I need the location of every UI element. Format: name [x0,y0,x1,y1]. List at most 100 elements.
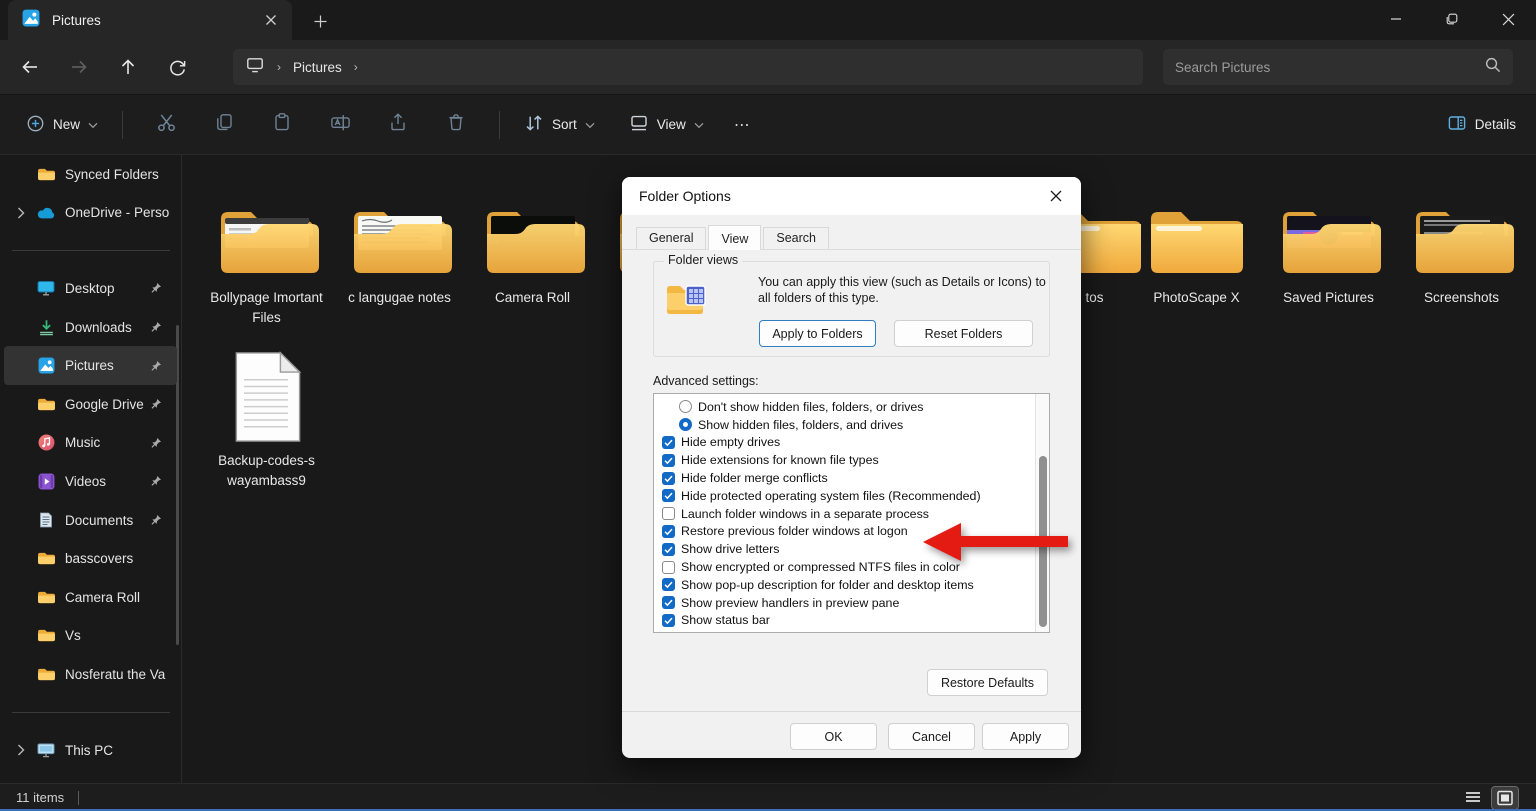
sidebar-item-camera-roll[interactable]: Camera Roll [4,578,177,617]
folder-tile-c-langugae-notes[interactable]: c langugae notes [333,170,466,308]
apply-button[interactable]: Apply [982,723,1069,750]
dialog-tab-view[interactable]: View [708,225,761,250]
checkbox-checked[interactable] [662,632,675,633]
delete-button[interactable] [437,107,475,143]
folder-tile-camera-roll[interactable]: Camera Roll [466,170,599,308]
setting-show-sync-provider-notifications[interactable]: Show sync provider notifications [654,629,1049,633]
new-tab-button[interactable] [306,8,334,34]
setting-show-hidden-files-folders-and-drives[interactable]: Show hidden files, folders, and drives [654,416,1049,434]
folder-tile-bollypage-imortant-files[interactable]: Bollypage Imortant Files [200,170,333,328]
checkbox-checked[interactable] [662,578,675,591]
sidebar-item-pictures[interactable]: Pictures [4,346,177,385]
this-pc-icon[interactable] [245,55,265,80]
setting-show-encrypted-or-compressed-ntfs-files-[interactable]: Show encrypted or compressed NTFS files … [654,558,1049,576]
checkbox-checked[interactable] [662,454,675,467]
music-icon [36,434,56,452]
reset-folders-button[interactable]: Reset Folders [894,320,1033,347]
setting-launch-folder-windows-in-a-separate-proc[interactable]: Launch folder windows in a separate proc… [654,505,1049,523]
cut-button[interactable] [147,107,185,143]
sidebar-item-videos[interactable]: Videos [4,462,177,501]
minimize-button[interactable] [1368,0,1424,38]
forward-button[interactable] [60,49,98,85]
ok-button[interactable]: OK [790,723,877,750]
setting-don-t-show-hidden-files-folders-or-drive[interactable]: Don't show hidden files, folders, or dri… [654,398,1049,416]
folder-icon [1130,170,1263,280]
checkbox-checked[interactable] [662,436,675,449]
rename-icon [330,112,351,138]
folder-icon [200,170,333,280]
view-button[interactable]: View [619,105,714,144]
pin-icon [149,398,163,410]
sidebar-item-basscovers[interactable]: basscovers [4,539,177,578]
sidebar-item-vs[interactable]: Vs [4,617,177,656]
sidebar-item-music[interactable]: Music [4,424,177,463]
folder-views-icon [664,280,710,325]
pin-icon [149,360,163,372]
refresh-button[interactable] [158,49,196,85]
explorer-tab-pictures[interactable]: Pictures [8,0,292,40]
sort-button[interactable]: Sort [514,105,605,144]
checkbox-checked[interactable] [662,543,675,556]
rename-button[interactable] [321,107,359,143]
sidebar-item-onedrive-perso[interactable]: OneDrive - Perso [4,194,177,233]
radio-unselected[interactable] [679,400,692,413]
dialog-tab-search[interactable]: Search [763,227,829,249]
sidebar-item-desktop[interactable]: Desktop [4,269,177,308]
checkbox-checked[interactable] [662,472,675,485]
setting-show-preview-handlers-in-preview-pane[interactable]: Show preview handlers in preview pane [654,594,1049,612]
list-scrollbar[interactable] [1035,394,1049,632]
up-button[interactable] [109,49,147,85]
sidebar-item-nosferatu-the-va[interactable]: Nosferatu the Va [4,655,177,694]
sidebar-item-synced-folders[interactable]: Synced Folders [4,155,177,194]
pictures-icon [36,357,56,375]
checkbox-unchecked[interactable] [662,561,675,574]
setting-show-pop-up-description-for-folder-and-d[interactable]: Show pop-up description for folder and d… [654,576,1049,594]
setting-hide-protected-operating-system-files-re[interactable]: Hide protected operating system files (R… [654,487,1049,505]
checkbox-checked[interactable] [662,489,675,502]
restore-defaults-button[interactable]: Restore Defaults [927,669,1048,696]
paste-button[interactable] [263,107,301,143]
checkbox-checked[interactable] [662,525,675,538]
large-icons-view-toggle[interactable] [1492,787,1518,809]
expand-chevron-icon[interactable] [12,207,30,219]
checkbox-unchecked[interactable] [662,507,675,520]
maximize-button[interactable] [1424,0,1480,38]
apply-to-folders-button[interactable]: Apply to Folders [759,320,876,347]
share-button[interactable] [379,107,417,143]
sidebar-item-label: Vs [65,628,171,643]
cancel-button[interactable]: Cancel [888,723,975,750]
search-input[interactable] [1175,60,1484,75]
copy-button[interactable] [205,107,243,143]
expand-chevron-icon[interactable] [12,744,30,756]
checkbox-checked[interactable] [662,596,675,609]
new-button[interactable]: New [16,106,108,144]
setting-hide-extensions-for-known-file-types[interactable]: Hide extensions for known file types [654,451,1049,469]
search-box[interactable] [1163,49,1513,85]
file-tile-backup-codes-s-wayambass9[interactable]: Backup-codes-s wayambass9 [200,333,333,491]
details-button[interactable]: Details [1447,113,1516,136]
back-button[interactable] [11,49,49,85]
setting-show-drive-letters[interactable]: Show drive letters [654,540,1049,558]
sidebar-item-documents[interactable]: Documents [4,501,177,540]
breadcrumb-pictures[interactable]: Pictures [293,60,342,75]
close-button[interactable] [1480,0,1536,38]
folder-tile-photoscape-x[interactable]: PhotoScape X [1130,170,1263,308]
more-options-button[interactable]: ⋯ [724,107,760,143]
sidebar-item-google-drive[interactable]: Google Drive [4,385,177,424]
sidebar-item-downloads[interactable]: Downloads [4,308,177,347]
checkbox-checked[interactable] [662,614,675,627]
setting-restore-previous-folder-windows-at-logon[interactable]: Restore previous folder windows at logon [654,523,1049,541]
dialog-close-icon[interactable] [1043,183,1069,209]
setting-hide-folder-merge-conflicts[interactable]: Hide folder merge conflicts [654,469,1049,487]
address-bar[interactable]: › Pictures › [233,49,1143,85]
tab-close-icon[interactable] [260,9,282,31]
list-scrollbar-thumb[interactable] [1039,456,1047,627]
folder-tile-screenshots[interactable]: Screenshots [1395,170,1528,308]
setting-hide-empty-drives[interactable]: Hide empty drives [654,434,1049,452]
dialog-tab-general[interactable]: General [636,227,706,249]
sidebar-item-this-pc[interactable]: This PC [4,731,177,770]
setting-show-status-bar[interactable]: Show status bar [654,612,1049,630]
folder-tile-saved-pictures[interactable]: Saved Pictures [1262,170,1395,308]
details-view-toggle[interactable] [1460,787,1486,809]
radio-selected[interactable] [679,418,692,431]
